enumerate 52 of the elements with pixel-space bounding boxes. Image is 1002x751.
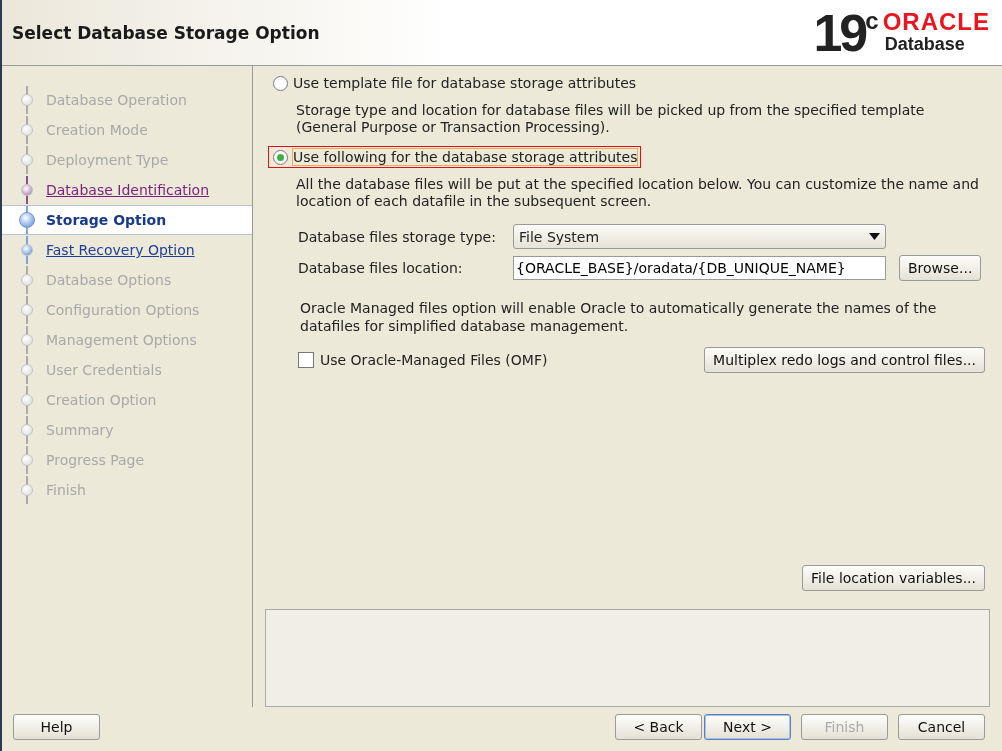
location-input-field[interactable]: {ORACLE_BASE}/oradata/{DB_UNIQUE_NAME}: [513, 256, 886, 280]
step-item: Progress Page: [2, 445, 252, 475]
step-item[interactable]: Fast Recovery Option: [2, 235, 252, 265]
radio-button[interactable]: [273, 75, 288, 91]
step-dot-icon: [21, 184, 33, 196]
step-item: Summary: [2, 415, 252, 445]
step-dot-icon: [21, 424, 33, 436]
multiplex-button[interactable]: Multiplex redo logs and control files...: [704, 347, 985, 373]
step-dot-icon: [21, 454, 33, 466]
radio-option[interactable]: Use template file for database storage attributes: [268, 72, 641, 94]
step-item: Management Options: [2, 325, 252, 355]
step-item: Finish: [2, 475, 252, 505]
radio-button[interactable]: [273, 149, 288, 165]
wizard-button[interactable]: < Back: [615, 714, 702, 740]
step-item[interactable]: Database Identification: [2, 175, 252, 205]
field-label: Database files location:: [298, 260, 464, 276]
radio-option[interactable]: Use following for the database storage attributes: [268, 146, 642, 168]
step-dot-icon: [21, 274, 33, 286]
option-description: Storage type and location for database files will be picked up from the specified template (General Purpose or Transaction Processing).: [295, 102, 926, 136]
step-item: Database Options: [2, 265, 252, 295]
product-name: Database: [883, 34, 965, 55]
step-item: Deployment Type: [2, 145, 252, 175]
brand-logo: ORACLE: [882, 10, 990, 34]
option-description: All the database files will be put at the specified location below. You can customize the name and location of each datafile in the subsequent screen.: [295, 176, 980, 210]
step-dot-icon: [21, 154, 33, 166]
step-dot-icon: [21, 244, 33, 256]
step-item: User Credentials: [2, 355, 252, 385]
file-location-variables-button[interactable]: File location variables...: [802, 565, 985, 591]
field-label: Database files storage type:: [298, 228, 497, 245]
step-item: Configuration Options: [2, 295, 252, 325]
wizard-button[interactable]: Cancel: [898, 714, 985, 740]
browse-button[interactable]: Browse...: [899, 255, 982, 281]
step-dot-icon: [21, 124, 33, 136]
step-dot-icon: [21, 304, 33, 316]
omf-note: Oracle Managed files option will enable Oracle to automatically generate the names of the datafiles for simplified database management.: [299, 299, 938, 335]
checkbox[interactable]: [298, 352, 314, 368]
step-dot-icon: [19, 212, 35, 228]
step-dot-icon: [21, 394, 33, 406]
step-item: Creation Option: [2, 385, 252, 415]
step-dot-icon: [21, 334, 33, 346]
step-dot-icon: [21, 94, 33, 106]
omf-option[interactable]: Use Oracle-Managed Files (OMF): [298, 352, 548, 368]
step-dot-icon: [21, 484, 33, 496]
help-button[interactable]: Help: [13, 714, 100, 740]
dropdown-arrow-icon: [869, 233, 880, 240]
wizard-button[interactable]: Next >: [704, 714, 791, 740]
step-item: Creation Mode: [2, 115, 252, 145]
storage-type-dropdown[interactable]: File System: [513, 224, 886, 249]
step-item[interactable]: Storage Option: [2, 205, 252, 235]
page-title: Select Database Storage Option: [12, 22, 320, 43]
step-dot-icon: [21, 364, 33, 376]
step-item: Database Operation: [2, 85, 252, 115]
